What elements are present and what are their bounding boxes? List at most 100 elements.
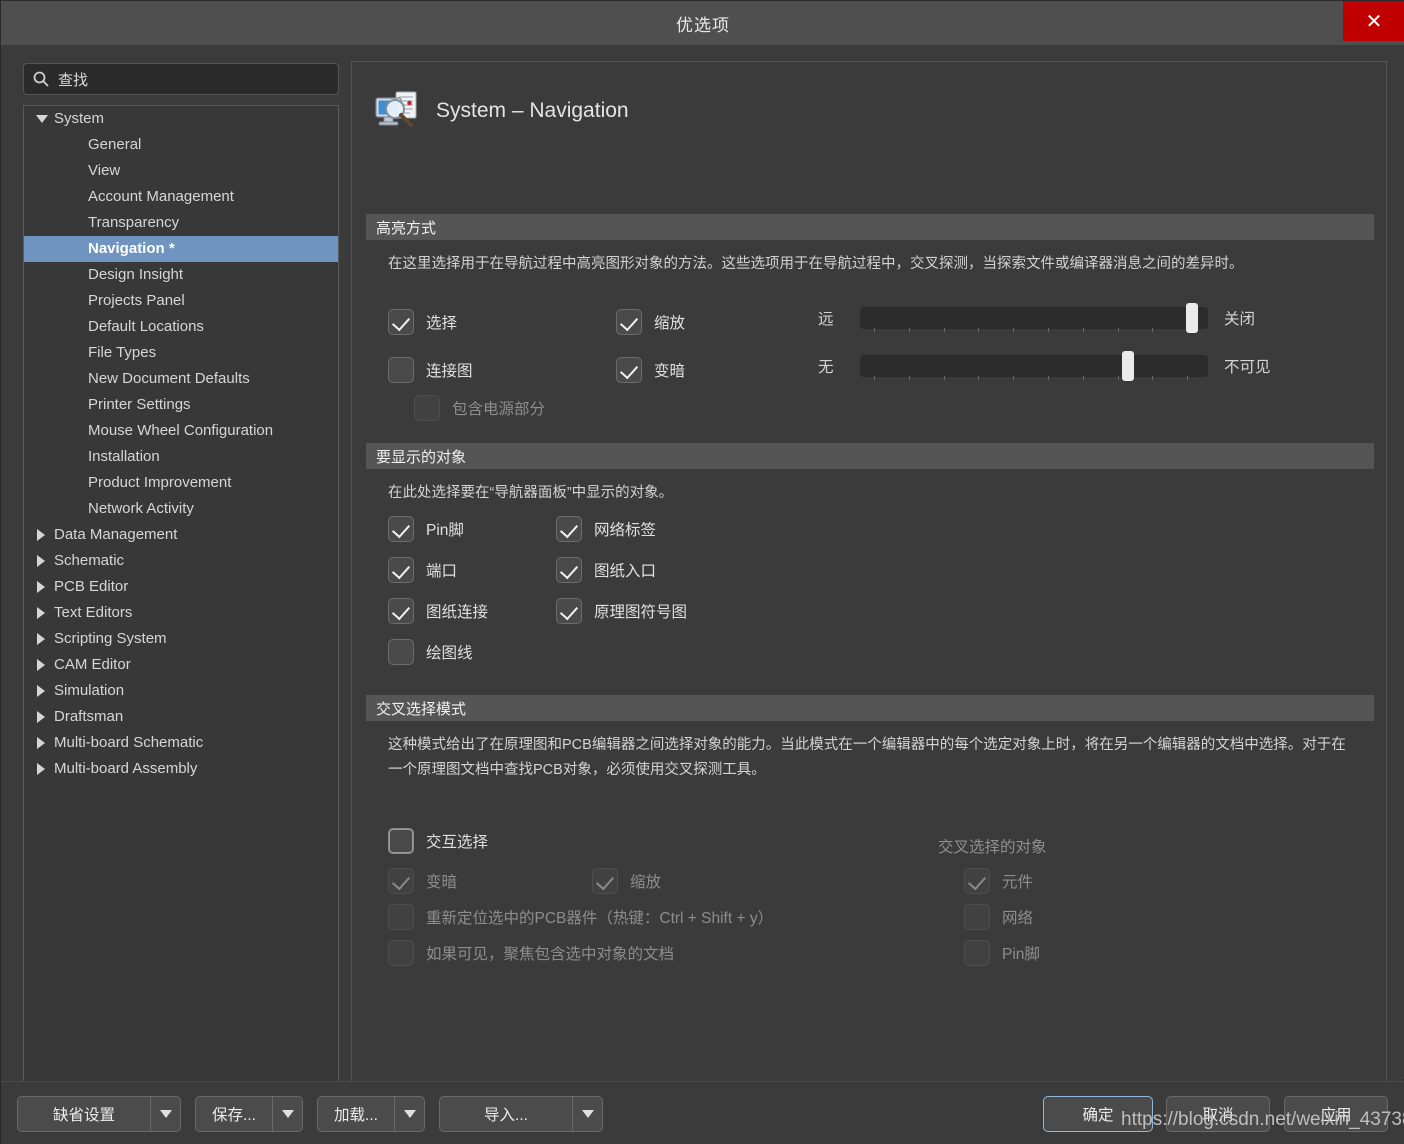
chevron-right-icon[interactable]	[36, 529, 48, 541]
chevron-right-icon[interactable]	[36, 607, 48, 619]
chevron-right-icon[interactable]	[36, 685, 48, 697]
checkbox-box[interactable]	[388, 904, 414, 930]
cancel-button[interactable]: 取消	[1166, 1096, 1270, 1132]
checkbox-dim[interactable]: 变暗	[616, 357, 685, 383]
chevron-down-icon[interactable]	[150, 1097, 180, 1131]
sidebar-item-label: Multi-board Schematic	[54, 734, 204, 751]
checkbox-sheet-connection[interactable]: 图纸连接	[388, 598, 488, 624]
close-icon[interactable]: ✕	[1343, 1, 1404, 41]
checkbox-box[interactable]	[388, 639, 414, 665]
sidebar-item-file-types[interactable]: File Types	[24, 340, 338, 366]
checkbox-box[interactable]	[414, 395, 440, 421]
import-button[interactable]: 导入...	[439, 1096, 603, 1132]
load-button[interactable]: 加载...	[317, 1096, 425, 1132]
checkbox-box[interactable]	[616, 357, 642, 383]
checkbox-box[interactable]	[556, 557, 582, 583]
sidebar-item-network-activity[interactable]: Network Activity	[24, 496, 338, 522]
checkbox-box[interactable]	[592, 868, 618, 894]
checkbox-connective-graph[interactable]: 连接图	[388, 357, 473, 383]
slider-track-far-off[interactable]	[860, 303, 1208, 333]
sidebar-item-multi-board-schematic[interactable]: Multi-board Schematic	[24, 730, 338, 756]
chevron-right-icon[interactable]	[36, 711, 48, 723]
settings-tree[interactable]: System General View Account Management Trans…	[23, 105, 339, 1117]
checkbox-net-label[interactable]: 网络标签	[556, 516, 656, 542]
sidebar-item-cam-editor[interactable]: CAM Editor	[24, 652, 338, 678]
checkbox-net[interactable]: 网络	[964, 904, 1033, 930]
checkbox-box[interactable]	[388, 828, 414, 854]
checkbox-box[interactable]	[388, 357, 414, 383]
sidebar-item-view[interactable]: View	[24, 158, 338, 184]
sidebar-item-schematic[interactable]: Schematic	[24, 548, 338, 574]
checkbox-include-power-part[interactable]: 包含电源部分	[414, 395, 545, 421]
chevron-down-icon[interactable]	[394, 1097, 424, 1131]
checkbox-box[interactable]	[388, 868, 414, 894]
slider-ticks	[860, 376, 1208, 381]
sidebar-item-design-insight[interactable]: Design Insight	[24, 262, 338, 288]
sidebar-item-simulation[interactable]: Simulation	[24, 678, 338, 704]
checkbox-box[interactable]	[556, 516, 582, 542]
sidebar-item-multi-board-assembly[interactable]: Multi-board Assembly	[24, 756, 338, 782]
chevron-right-icon[interactable]	[36, 633, 48, 645]
slider-knob[interactable]	[1122, 351, 1134, 381]
slider-knob[interactable]	[1186, 303, 1198, 333]
checkbox-box[interactable]	[388, 940, 414, 966]
sidebar-item-new-document-defaults[interactable]: New Document Defaults	[24, 366, 338, 392]
checkbox-schematic-symbol[interactable]: 原理图符号图	[556, 598, 687, 624]
sidebar-item-transparency[interactable]: Transparency	[24, 210, 338, 236]
sidebar-item-projects-panel[interactable]: Projects Panel	[24, 288, 338, 314]
apply-button[interactable]: 应用	[1284, 1096, 1388, 1132]
chevron-right-icon[interactable]	[36, 555, 48, 567]
checkbox-focus-document[interactable]: 如果可见，聚焦包含选中对象的文档	[388, 940, 674, 966]
sidebar-item-system[interactable]: System	[24, 106, 338, 132]
sidebar-item-default-locations[interactable]: Default Locations	[24, 314, 338, 340]
checkbox-box[interactable]	[388, 516, 414, 542]
chevron-right-icon[interactable]	[36, 763, 48, 775]
sidebar-item-account-management[interactable]: Account Management	[24, 184, 338, 210]
sidebar-item-general[interactable]: General	[24, 132, 338, 158]
checkbox-box[interactable]	[964, 868, 990, 894]
chevron-right-icon[interactable]	[36, 737, 48, 749]
monitor-magnifier-icon	[374, 90, 420, 132]
checkbox-box[interactable]	[616, 309, 642, 335]
checkbox-box[interactable]	[388, 598, 414, 624]
checkbox-drawing-line[interactable]: 绘图线	[388, 639, 473, 665]
checkbox-component[interactable]: 元件	[964, 868, 1033, 894]
sidebar-item-data-management[interactable]: Data Management	[24, 522, 338, 548]
search-input[interactable]: 查找	[23, 63, 339, 95]
chevron-down-icon[interactable]	[272, 1097, 302, 1131]
checkbox-box[interactable]	[964, 904, 990, 930]
sidebar-item-draftsman[interactable]: Draftsman	[24, 704, 338, 730]
sidebar-item-scripting-system[interactable]: Scripting System	[24, 626, 338, 652]
checkbox-select[interactable]: 选择	[388, 309, 457, 335]
checkbox-zoom-cross[interactable]: 缩放	[592, 868, 661, 894]
sidebar-item-product-improvement[interactable]: Product Improvement	[24, 470, 338, 496]
checkbox-box[interactable]	[388, 309, 414, 335]
sidebar-item-navigation[interactable]: Navigation *	[24, 236, 338, 262]
default-settings-button[interactable]: 缺省设置	[17, 1096, 181, 1132]
chevron-right-icon[interactable]	[36, 659, 48, 671]
sidebar-item-mouse-wheel-configuration[interactable]: Mouse Wheel Configuration	[24, 418, 338, 444]
checkbox-label: 交互选择	[426, 834, 489, 851]
save-button[interactable]: 保存...	[195, 1096, 303, 1132]
checkbox-port[interactable]: 端口	[388, 557, 457, 583]
checkbox-box[interactable]	[556, 598, 582, 624]
ok-button[interactable]: 确定	[1043, 1096, 1153, 1132]
checkbox-pin[interactable]: Pin脚	[388, 516, 464, 542]
slider-track-none-invisible[interactable]	[860, 351, 1208, 381]
checkbox-box[interactable]	[964, 940, 990, 966]
chevron-down-icon[interactable]	[36, 113, 48, 125]
sidebar-item-text-editors[interactable]: Text Editors	[24, 600, 338, 626]
checkbox-label: 选择	[426, 315, 458, 332]
sidebar-item-pcb-editor[interactable]: PCB Editor	[24, 574, 338, 600]
checkbox-pin-cross[interactable]: Pin脚	[964, 940, 1040, 966]
checkbox-reposition-pcb-components[interactable]: 重新定位选中的PCB器件（热键：Ctrl + Shift + y）	[388, 904, 773, 930]
checkbox-box[interactable]	[388, 557, 414, 583]
checkbox-sheet-entry[interactable]: 图纸入口	[556, 557, 656, 583]
chevron-right-icon[interactable]	[36, 581, 48, 593]
sidebar-item-printer-settings[interactable]: Printer Settings	[24, 392, 338, 418]
chevron-down-icon[interactable]	[572, 1097, 602, 1131]
sidebar-item-installation[interactable]: Installation	[24, 444, 338, 470]
checkbox-dim-cross[interactable]: 变暗	[388, 868, 457, 894]
checkbox-zoom[interactable]: 缩放	[616, 309, 685, 335]
checkbox-interactive-select[interactable]: 交互选择	[388, 828, 488, 854]
